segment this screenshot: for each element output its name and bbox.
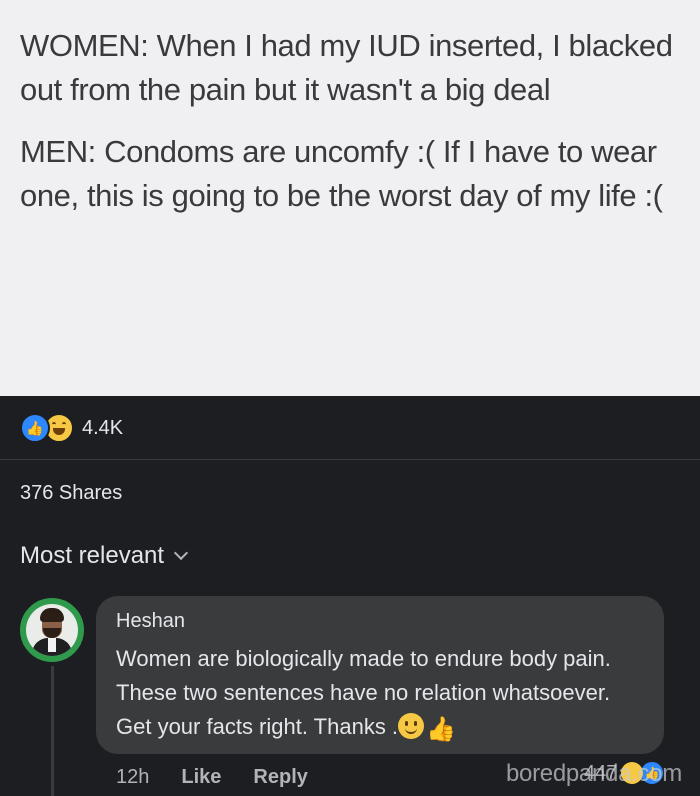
post-footer: 👍 4.4K 376 Shares Most relevant Heshan W… xyxy=(0,396,700,796)
comment-bubble: Heshan Women are biologically made to en… xyxy=(96,596,664,754)
divider xyxy=(0,459,700,460)
thumbs-up-icon: 👍 xyxy=(426,716,456,743)
comment-author[interactable]: Heshan xyxy=(116,608,644,634)
chevron-down-icon xyxy=(173,545,189,561)
like-button[interactable]: Like xyxy=(181,766,221,789)
reply-button[interactable]: Reply xyxy=(253,766,307,789)
avatar-photo xyxy=(26,604,78,656)
comment-timestamp[interactable]: 12h xyxy=(116,766,149,789)
comment-body: Women are biologically made to endure bo… xyxy=(116,646,611,739)
post-paragraph-women: WOMEN: When I had my IUD inserted, I bla… xyxy=(20,28,673,107)
slightly-smiling-face-icon xyxy=(398,713,425,739)
comment-sort-dropdown[interactable]: Most relevant xyxy=(20,542,189,570)
comment-actions: 12h Like Reply xyxy=(116,766,308,789)
reply-thread-line xyxy=(51,666,54,796)
post-text-image: WOMEN: When I had my IUD inserted, I bla… xyxy=(0,0,700,396)
watermark: boredpanda.com xyxy=(506,760,682,787)
sort-label: Most relevant xyxy=(20,542,165,569)
shares-count[interactable]: 376 Shares xyxy=(20,482,122,505)
reaction-count: 4.4K xyxy=(82,416,124,439)
comment-text: Women are biologically made to endure bo… xyxy=(116,642,636,747)
post-paragraph-men: MEN: Condoms are uncomfy :( If I have to… xyxy=(20,134,663,213)
like-reaction-icon: 👍 xyxy=(20,413,50,443)
reactions-summary[interactable]: 👍 4.4K xyxy=(20,413,124,443)
avatar[interactable] xyxy=(20,598,84,662)
